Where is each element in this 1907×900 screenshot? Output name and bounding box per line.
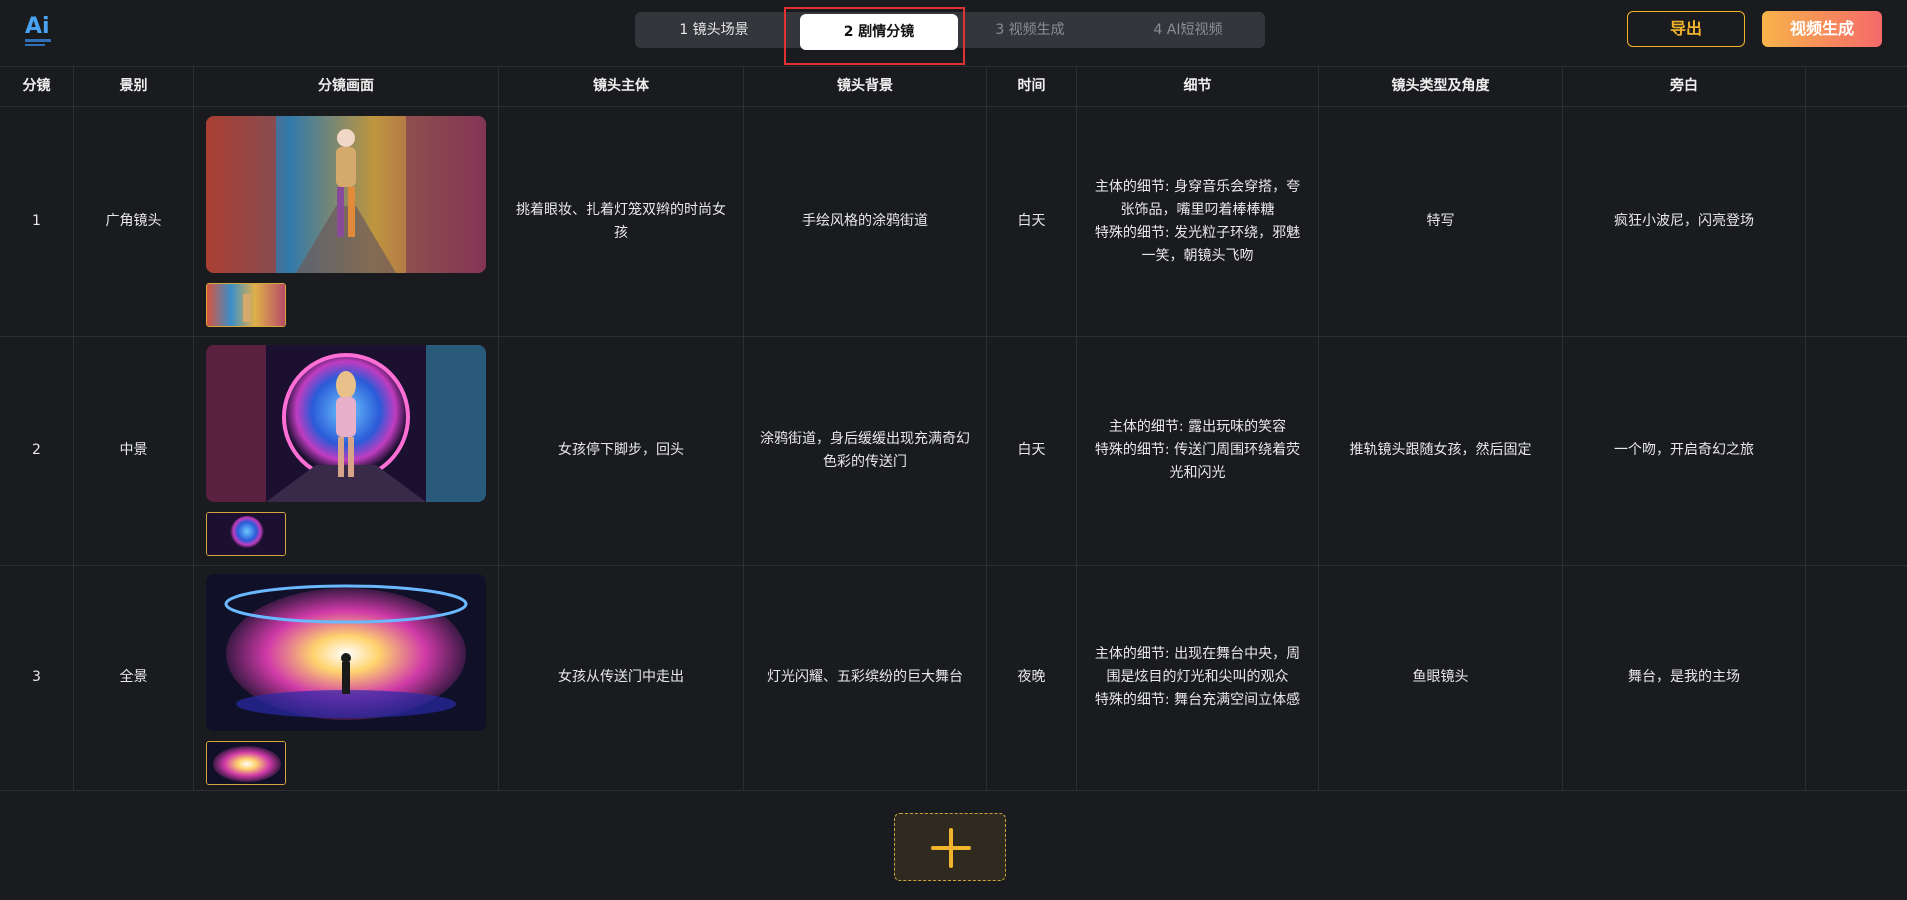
col-header-narration: 旁白	[1563, 67, 1806, 106]
col-header-background: 镜头背景	[744, 67, 987, 106]
col-header-shot: 分镜	[0, 67, 74, 106]
col-header-time: 时间	[987, 67, 1077, 106]
tab-video-gen[interactable]: 3 视频生成	[951, 12, 1109, 48]
highlight-box	[784, 7, 965, 65]
shot-detail: 主体的细节: 露出玩味的笑容 特殊的细节: 传送门周围环绕着荧光和闪光	[1077, 336, 1319, 565]
table-row: 1 广角镜头 挑着眼妆、扎着灯笼双辫的时尚女孩 手绘风格的涂鸦街道 白天 主体的…	[0, 107, 1907, 337]
frame-cell	[194, 565, 499, 790]
shot-camera: 特写	[1319, 107, 1563, 336]
row-extra	[1806, 565, 1907, 790]
plus-icon-vertical	[949, 828, 953, 868]
col-header-camera: 镜头类型及角度	[1319, 67, 1563, 106]
col-header-extra	[1806, 67, 1907, 106]
frame-thumbnail[interactable]	[206, 741, 286, 785]
table-row: 3 全景 女孩从传送门中走出 灯光闪耀、五彩缤纷的巨大舞台 夜晚 主体的细节: …	[0, 565, 1907, 791]
shot-detail: 主体的细节: 身穿音乐会穿搭，夸张饰品，嘴里叼着棒棒糖 特殊的细节: 发光粒子环…	[1077, 107, 1319, 336]
shot-time: 白天	[987, 336, 1077, 565]
table-header: 分镜 景别 分镜画面 镜头主体 镜头背景 时间 细节 镜头类型及角度 旁白	[0, 67, 1907, 107]
col-header-shot-size: 景别	[74, 67, 194, 106]
frame-image[interactable]	[206, 116, 486, 273]
shot-narration: 疯狂小波尼，闪亮登场	[1563, 107, 1806, 336]
table-row: 2 中景 女孩停下脚步，回头 涂鸦街道，身后缓缓出现充满奇幻色彩的传送门 白天 …	[0, 336, 1907, 566]
shot-subject: 女孩从传送门中走出	[499, 565, 744, 790]
generate-video-button[interactable]: 视频生成	[1762, 11, 1882, 47]
tab-scene[interactable]: 1 镜头场景	[635, 12, 793, 48]
frame-image[interactable]	[206, 574, 486, 731]
col-header-subject: 镜头主体	[499, 67, 744, 106]
shot-subject: 女孩停下脚步，回头	[499, 336, 744, 565]
shot-detail-text: 主体的细节: 身穿音乐会穿搭，夸张饰品，嘴里叼着棒棒糖 特殊的细节: 发光粒子环…	[1094, 178, 1301, 264]
frame-cell	[194, 107, 499, 336]
row-extra	[1806, 107, 1907, 336]
shot-subject: 挑着眼妆、扎着灯笼双辫的时尚女孩	[499, 107, 744, 336]
shot-background: 手绘风格的涂鸦街道	[744, 107, 987, 336]
frame-thumbnail[interactable]	[206, 512, 286, 556]
shot-size: 中景	[74, 336, 194, 565]
export-button[interactable]: 导出	[1627, 11, 1745, 47]
shot-camera: 鱼眼镜头	[1319, 565, 1563, 790]
shot-background: 涂鸦街道，身后缓缓出现充满奇幻色彩的传送门	[744, 336, 987, 565]
tab-ai-short-video[interactable]: 4 AI短视频	[1109, 12, 1267, 48]
shot-size: 全景	[74, 565, 194, 790]
svg-text:Ai: Ai	[25, 14, 50, 39]
col-header-frame: 分镜画面	[194, 67, 499, 106]
storyboard-page: Ai 1 镜头场景 2 剧情分镜 3 视频生成 4 AI短视频 导出 视频生成 …	[0, 0, 1907, 900]
row-extra	[1806, 336, 1907, 565]
frame-cell	[194, 336, 499, 565]
shot-background: 灯光闪耀、五彩缤纷的巨大舞台	[744, 565, 987, 790]
shot-detail-text: 主体的细节: 露出玩味的笑容 特殊的细节: 传送门周围环绕着荧光和闪光	[1094, 419, 1301, 481]
frame-image[interactable]	[206, 345, 486, 502]
shot-size: 广角镜头	[74, 107, 194, 336]
shot-narration: 舞台，是我的主场	[1563, 565, 1806, 790]
shot-index: 1	[0, 107, 74, 336]
shot-index: 2	[0, 336, 74, 565]
shot-camera: 推轨镜头跟随女孩，然后固定	[1319, 336, 1563, 565]
shot-detail: 主体的细节: 出现在舞台中央，周围是炫目的灯光和尖叫的观众 特殊的细节: 舞台充…	[1077, 565, 1319, 790]
shot-index: 3	[0, 565, 74, 790]
shot-time: 夜晚	[987, 565, 1077, 790]
app-logo[interactable]: Ai	[22, 9, 56, 49]
top-bar: Ai 1 镜头场景 2 剧情分镜 3 视频生成 4 AI短视频 导出 视频生成	[0, 0, 1907, 67]
shot-detail-text: 主体的细节: 出现在舞台中央，周围是炫目的灯光和尖叫的观众 特殊的细节: 舞台充…	[1094, 646, 1301, 708]
frame-thumbnail[interactable]	[206, 283, 286, 327]
col-header-detail: 细节	[1077, 67, 1319, 106]
add-shot-button[interactable]	[894, 813, 1006, 881]
shot-narration: 一个吻，开启奇幻之旅	[1563, 336, 1806, 565]
shot-time: 白天	[987, 107, 1077, 336]
